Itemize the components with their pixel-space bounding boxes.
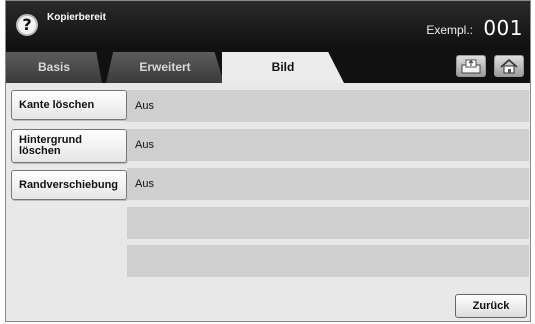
back-button[interactable]: Zurück [455,294,527,318]
question-icon: ? [22,15,32,34]
tab-erweitert[interactable]: Erweitert [106,52,224,83]
hintergrund-loeschen-value: Aus [127,129,529,161]
tab-basis[interactable]: Basis [6,52,102,83]
home-icon [500,59,518,74]
tab-bild[interactable]: Bild [222,52,344,83]
button-label-line2: löschen [19,145,61,157]
copies-count[interactable]: 001 [483,16,523,40]
status-title: Kopierbereit [47,12,106,23]
home-button[interactable] [494,55,524,77]
copies-label: Exempl.: [426,23,473,37]
randverschiebung-button[interactable]: Randverschiebung [11,170,127,200]
help-button[interactable]: ? [16,14,38,36]
tab-bar: Basis Erweitert Bild [6,49,530,83]
kante-loeschen-button[interactable]: Kante löschen [11,90,127,120]
paper-tray-icon [461,59,481,74]
header-bar: ? Kopierbereit Exempl.: 001 [6,1,530,49]
tray-button[interactable] [456,55,486,77]
hintergrund-loeschen-button[interactable]: Hintergrund löschen [11,129,127,163]
empty-row [127,245,529,277]
randverschiebung-value: Aus [127,168,529,200]
empty-row [127,207,529,239]
copier-screen: ? Kopierbereit Exempl.: 001 Basis Erweit… [5,0,531,322]
kante-loeschen-value: Aus [127,90,529,122]
